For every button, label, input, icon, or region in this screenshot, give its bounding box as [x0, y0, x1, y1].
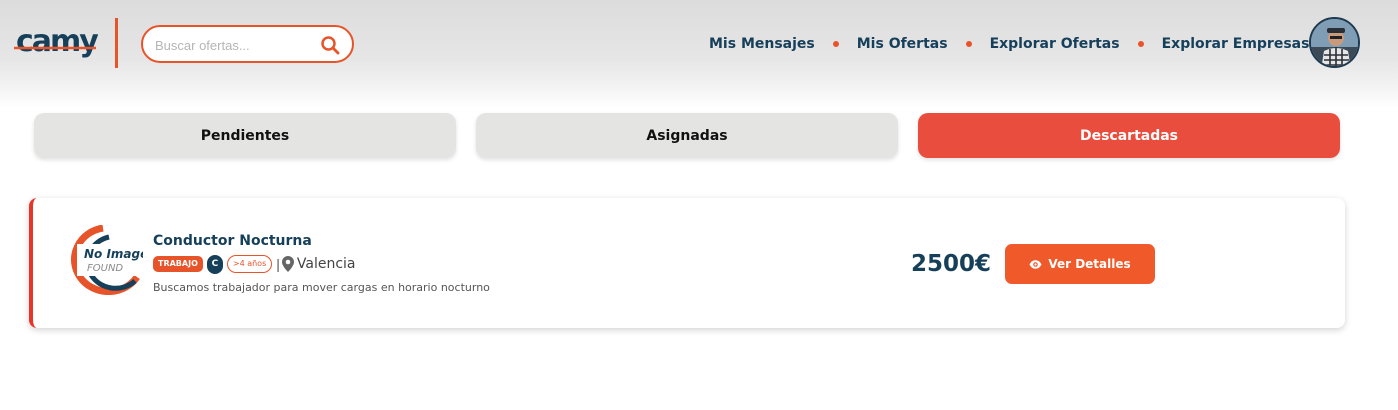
license-badge: C: [206, 254, 223, 274]
nav-dot: [965, 41, 972, 47]
meta-separator: |: [276, 256, 280, 272]
tab-pendientes[interactable]: Pendientes: [34, 113, 456, 158]
search-input[interactable]: [155, 35, 315, 55]
user-avatar[interactable]: [1309, 17, 1360, 68]
company-logo-placeholder: No Image FOUND: [63, 224, 148, 296]
camyo-logo[interactable]: camyo: [14, 18, 119, 68]
tab-asignadas[interactable]: Asignadas: [476, 113, 898, 158]
nav-dot: [1137, 41, 1144, 47]
experience-badge: >4 años: [226, 255, 273, 273]
type-badge: TRABAJO: [153, 256, 203, 272]
offer-title[interactable]: Conductor Nocturna: [153, 233, 312, 249]
offer-description: Buscamos trabajador para mover cargas en…: [153, 281, 490, 294]
eye-icon: [1029, 259, 1042, 269]
logo-divider: [115, 18, 118, 68]
offer-meta: TRABAJO C >4 años | Valencia: [153, 254, 356, 274]
status-tabs: Pendientes Asignadas Descartadas: [34, 113, 1340, 158]
tab-descartadas[interactable]: Descartadas: [918, 113, 1340, 158]
nav-mis-mensajes[interactable]: Mis Mensajes: [709, 36, 815, 52]
offer-price: 2500€: [911, 251, 992, 277]
ver-detalles-button[interactable]: Ver Detalles: [1005, 244, 1155, 284]
ver-detalles-label: Ver Detalles: [1048, 257, 1131, 271]
nav-explorar-ofertas[interactable]: Explorar Ofertas: [990, 36, 1120, 52]
svg-text:camyo: camyo: [16, 24, 98, 59]
nav-dot: [832, 41, 839, 47]
nav-mis-ofertas[interactable]: Mis Ofertas: [857, 36, 948, 52]
top-header: camyo Mis Mensajes Mis Ofertas Explorar …: [0, 0, 1398, 108]
svg-text:No Image: No Image: [84, 247, 143, 261]
offer-card: No Image FOUND Conductor Nocturna TRABAJ…: [29, 198, 1345, 328]
offer-location: Valencia: [296, 256, 356, 272]
search-icon[interactable]: [320, 35, 340, 55]
nav-explorar-empresas[interactable]: Explorar Empresas: [1162, 36, 1310, 52]
location-pin-icon: [281, 256, 294, 272]
search-bar[interactable]: [141, 25, 354, 63]
svg-text:FOUND: FOUND: [87, 263, 123, 274]
main-nav: Mis Mensajes Mis Ofertas Explorar Oferta…: [709, 35, 1351, 53]
